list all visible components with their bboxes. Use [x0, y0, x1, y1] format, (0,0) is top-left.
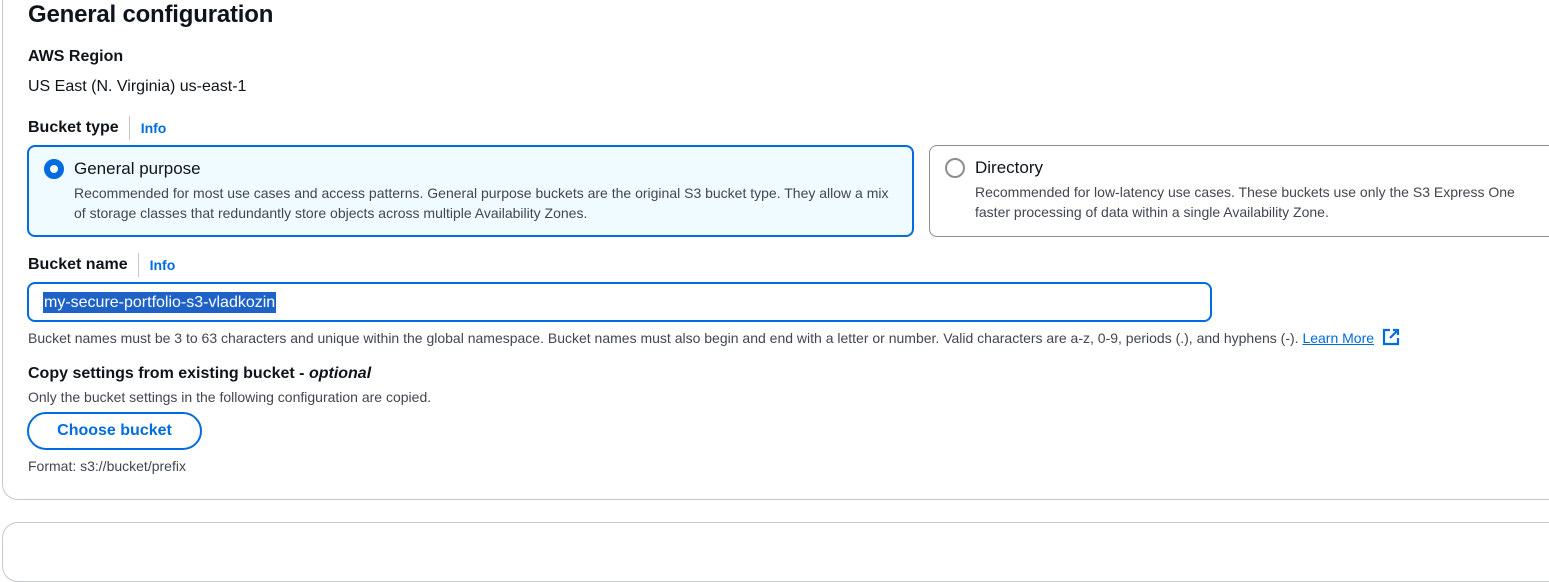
- copy-settings-title: Copy settings from existing bucket - opt…: [28, 364, 371, 384]
- bucket-name-label-row: Bucket name Info: [28, 253, 175, 277]
- bucket-type-general-purpose-tile[interactable]: General purpose Recommended for most use…: [27, 145, 914, 237]
- copy-settings-optional: optional: [308, 365, 372, 382]
- section-title: General configuration: [28, 1, 274, 28]
- bucket-type-info-link[interactable]: Info: [130, 120, 167, 136]
- bucket-name-label: Bucket name: [28, 253, 139, 277]
- directory-title: Directory: [975, 158, 1044, 177]
- copy-settings-description: Only the bucket settings in the followin…: [28, 389, 432, 405]
- copy-settings-title-text: Copy settings from existing bucket -: [28, 365, 309, 382]
- directory-radio[interactable]: [945, 158, 965, 178]
- directory-description-line-2: faster processing of data within a singl…: [975, 204, 1329, 220]
- learn-more-link[interactable]: Learn More: [1302, 330, 1374, 346]
- next-section-panel: [2, 522, 1549, 582]
- choose-bucket-button[interactable]: Choose bucket: [27, 412, 202, 450]
- bucket-name-value: my-secure-portfolio-s3-vladkozin: [43, 291, 277, 313]
- aws-region-label: AWS Region: [28, 48, 124, 65]
- general-purpose-radio[interactable]: [44, 159, 64, 179]
- bucket-type-directory-tile[interactable]: Directory Recommended for low-latency us…: [929, 145, 1549, 237]
- bucket-name-hint-text: Bucket names must be 3 to 63 characters …: [28, 330, 1299, 346]
- bucket-name-hint: Bucket names must be 3 to 63 characters …: [28, 328, 1400, 350]
- directory-description: Recommended for low-latency use cases. T…: [975, 182, 1549, 222]
- bucket-name-info-link[interactable]: Info: [139, 257, 176, 273]
- directory-description-line-1: Recommended for low-latency use cases. T…: [975, 184, 1515, 200]
- bucket-type-label-row: Bucket type Info: [28, 116, 166, 140]
- bucket-type-label: Bucket type: [28, 116, 130, 140]
- general-purpose-description: Recommended for most use cases and acces…: [74, 185, 889, 221]
- bucket-name-input[interactable]: my-secure-portfolio-s3-vladkozin: [27, 282, 1212, 322]
- aws-region-value: US East (N. Virginia) us-east-1: [28, 78, 247, 95]
- general-purpose-title: General purpose: [74, 159, 201, 178]
- copy-settings-format: Format: s3://bucket/prefix: [28, 458, 186, 474]
- general-configuration-panel: [2, 0, 1549, 500]
- external-link-icon[interactable]: [1382, 328, 1400, 350]
